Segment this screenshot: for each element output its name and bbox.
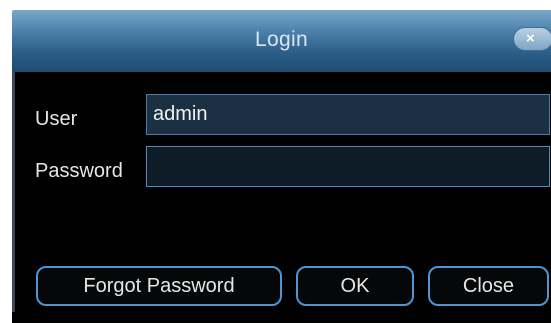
forgot-password-button[interactable]: Forgot Password <box>36 266 282 306</box>
close-button[interactable]: Close <box>428 266 549 306</box>
close-icon[interactable]: × <box>513 27 551 51</box>
ok-button[interactable]: OK <box>296 266 414 306</box>
dialog-title: Login <box>255 28 308 51</box>
titlebar: Login <box>12 10 551 72</box>
password-label: Password <box>35 160 123 182</box>
user-input[interactable]: admin <box>146 94 550 135</box>
login-dialog: Login × User admin Password Forgot Passw… <box>0 0 551 323</box>
left-border <box>12 72 15 323</box>
bottom-strip <box>12 312 551 323</box>
user-label: User <box>35 108 78 130</box>
password-input[interactable] <box>146 146 550 187</box>
